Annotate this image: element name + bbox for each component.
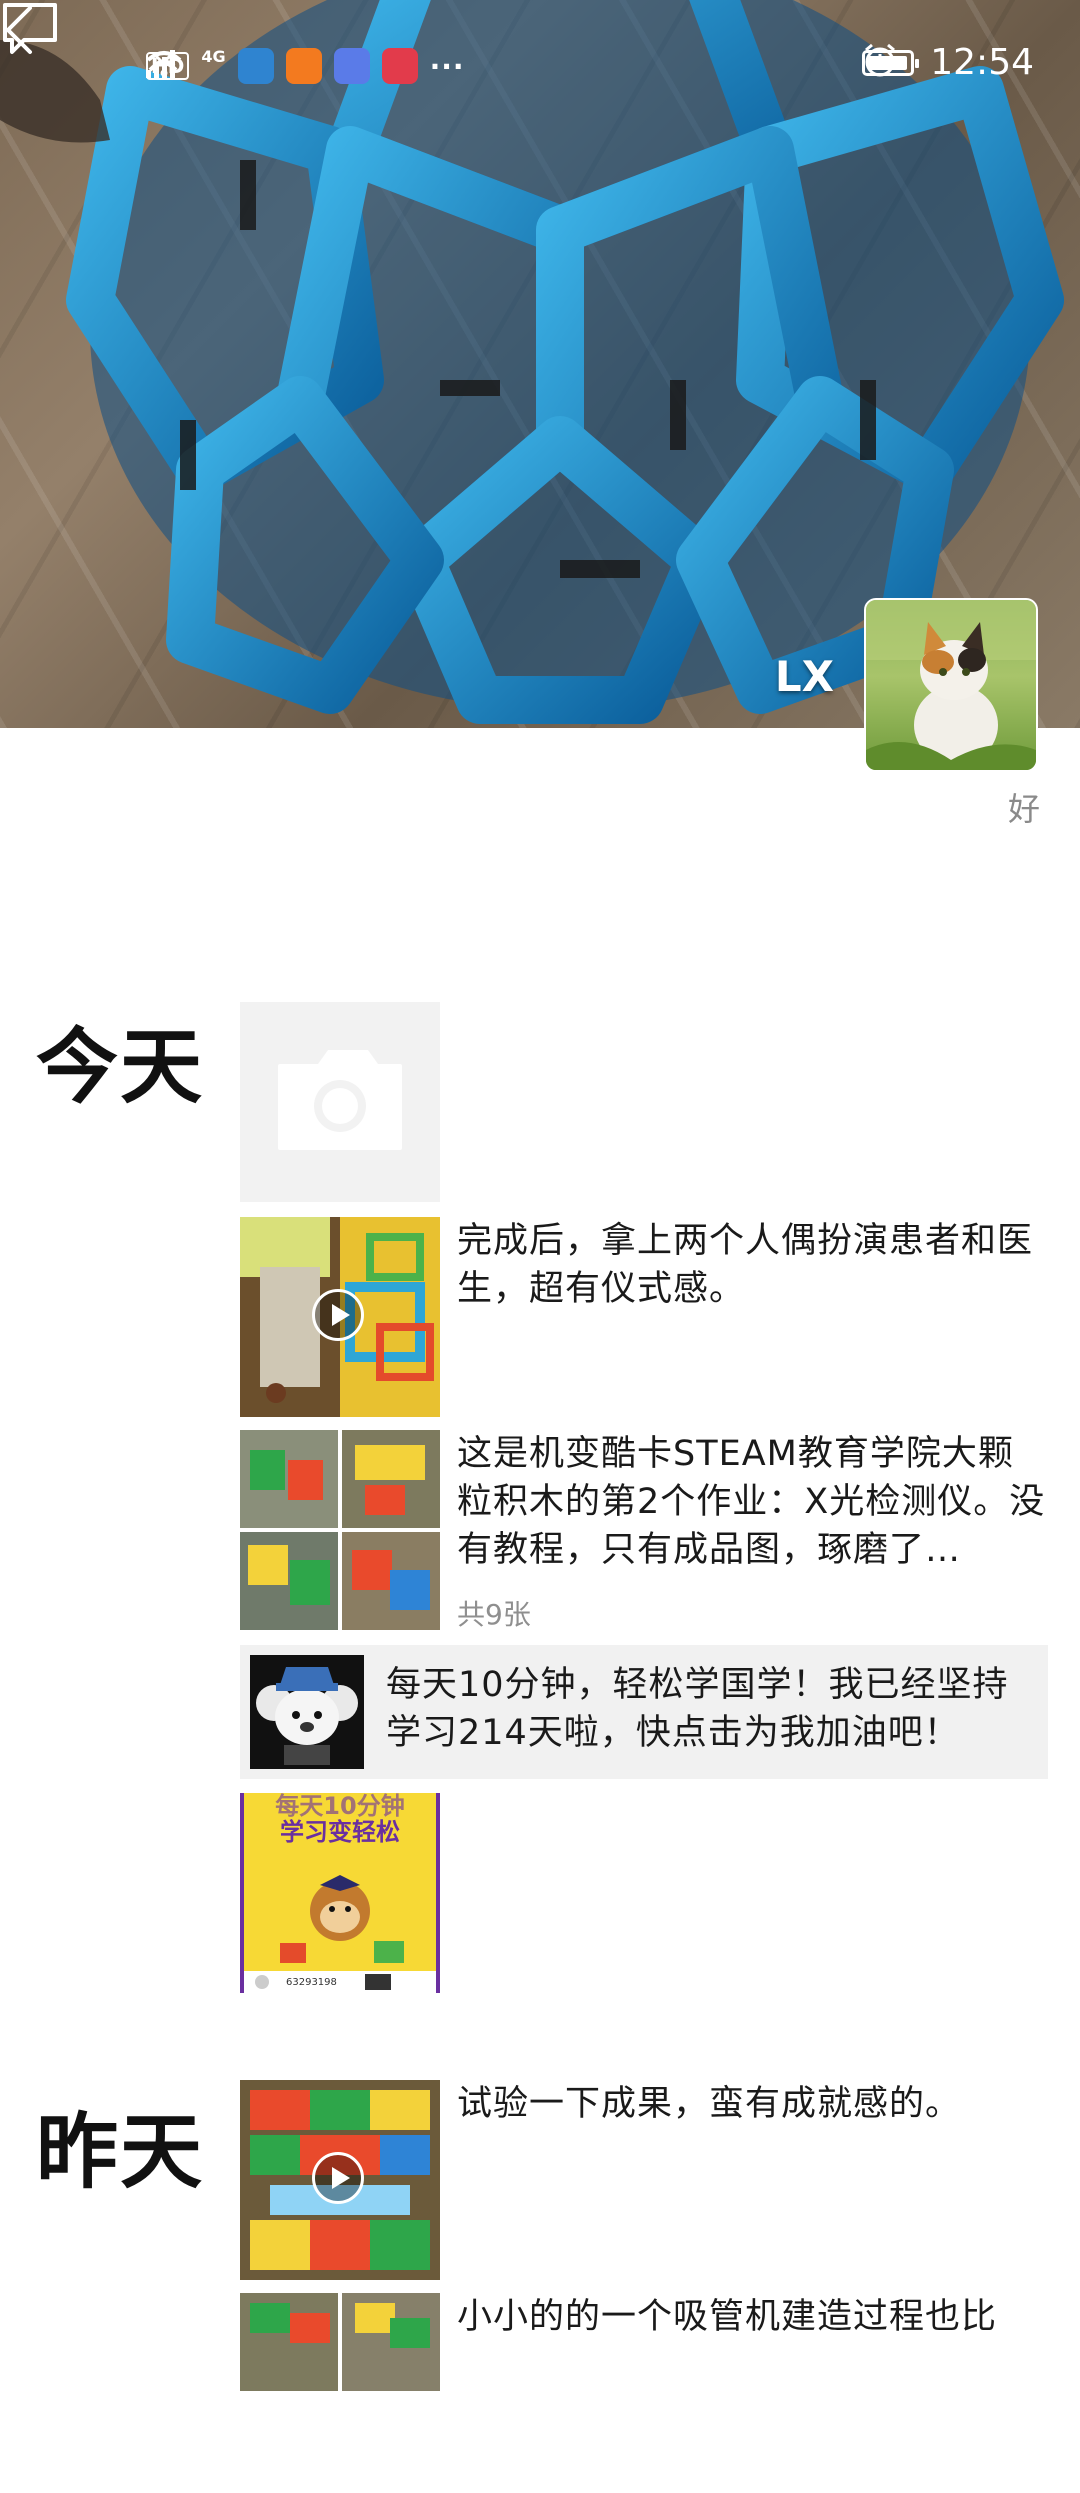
message-bubble-icon[interactable] xyxy=(0,0,60,56)
post-text[interactable]: 完成后，拿上两个人偶扮演患者和医生，超有仪式感。 xyxy=(457,1217,1047,1313)
status-bar: HD 4G ··· 12:54 xyxy=(0,38,1080,98)
koala-app-icon xyxy=(250,1655,364,1769)
play-icon xyxy=(312,2152,364,2204)
profile-name: LX xyxy=(774,652,834,701)
publish-camera-button[interactable] xyxy=(240,1002,440,1202)
play-icon xyxy=(312,1289,364,1341)
shared-link-title: 每天10分钟，轻松学国学！我已经坚持学习214天啦，快点击为我加油吧！ xyxy=(386,1665,1009,1753)
clock: 12:54 xyxy=(930,42,1034,83)
news-app-icon xyxy=(381,48,418,84)
photo-grid-image xyxy=(240,1430,440,1630)
photo-count: 共9张 xyxy=(457,1598,531,1631)
cat-avatar-image xyxy=(866,600,1036,770)
post-photo-grid[interactable] xyxy=(240,1430,440,1630)
avatar[interactable] xyxy=(864,598,1038,772)
post-poster-thumbnail[interactable]: 每天10分钟 学习变轻松 63293198 xyxy=(240,1793,440,1993)
camera-icon xyxy=(278,1050,402,1150)
post-video-thumbnail[interactable] xyxy=(240,2080,440,2280)
more-notifications-icon: ··· xyxy=(429,49,465,83)
music-app-icon xyxy=(333,48,370,84)
video-app-icon xyxy=(285,48,322,84)
poster-code: 63293198 xyxy=(286,1977,337,1988)
straw-machine-image xyxy=(240,2293,440,2493)
shared-link-card[interactable]: 每天10分钟，轻松学国学！我已经坚持学习214天啦，快点击为我加油吧！ xyxy=(240,1645,1048,1779)
monkey-mascot-image xyxy=(244,1875,436,1993)
battery-icon xyxy=(862,49,920,76)
post-text[interactable]: 小小的的一个吸管机建造过程也比 xyxy=(457,2293,1047,2341)
post-photo-grid[interactable] xyxy=(240,2293,440,2493)
app-notification-icon xyxy=(237,48,274,84)
post-text[interactable]: 这是机变酷卡STEAM教育学院大颗粒积木的第2个作业：X光检测仪。没有教程，只有… xyxy=(457,1430,1047,1574)
day-label-yesterday: 昨天 xyxy=(36,2105,205,2200)
network-type: 4G xyxy=(201,46,226,66)
day-label-today: 今天 xyxy=(36,1020,205,1115)
post-video-thumbnail[interactable] xyxy=(240,1217,440,1417)
post-text[interactable]: 试验一下成果，蛮有成就感的。 xyxy=(457,2080,1047,2128)
missed-call-icon xyxy=(148,52,178,72)
profile-signature: 好 xyxy=(1007,790,1040,828)
